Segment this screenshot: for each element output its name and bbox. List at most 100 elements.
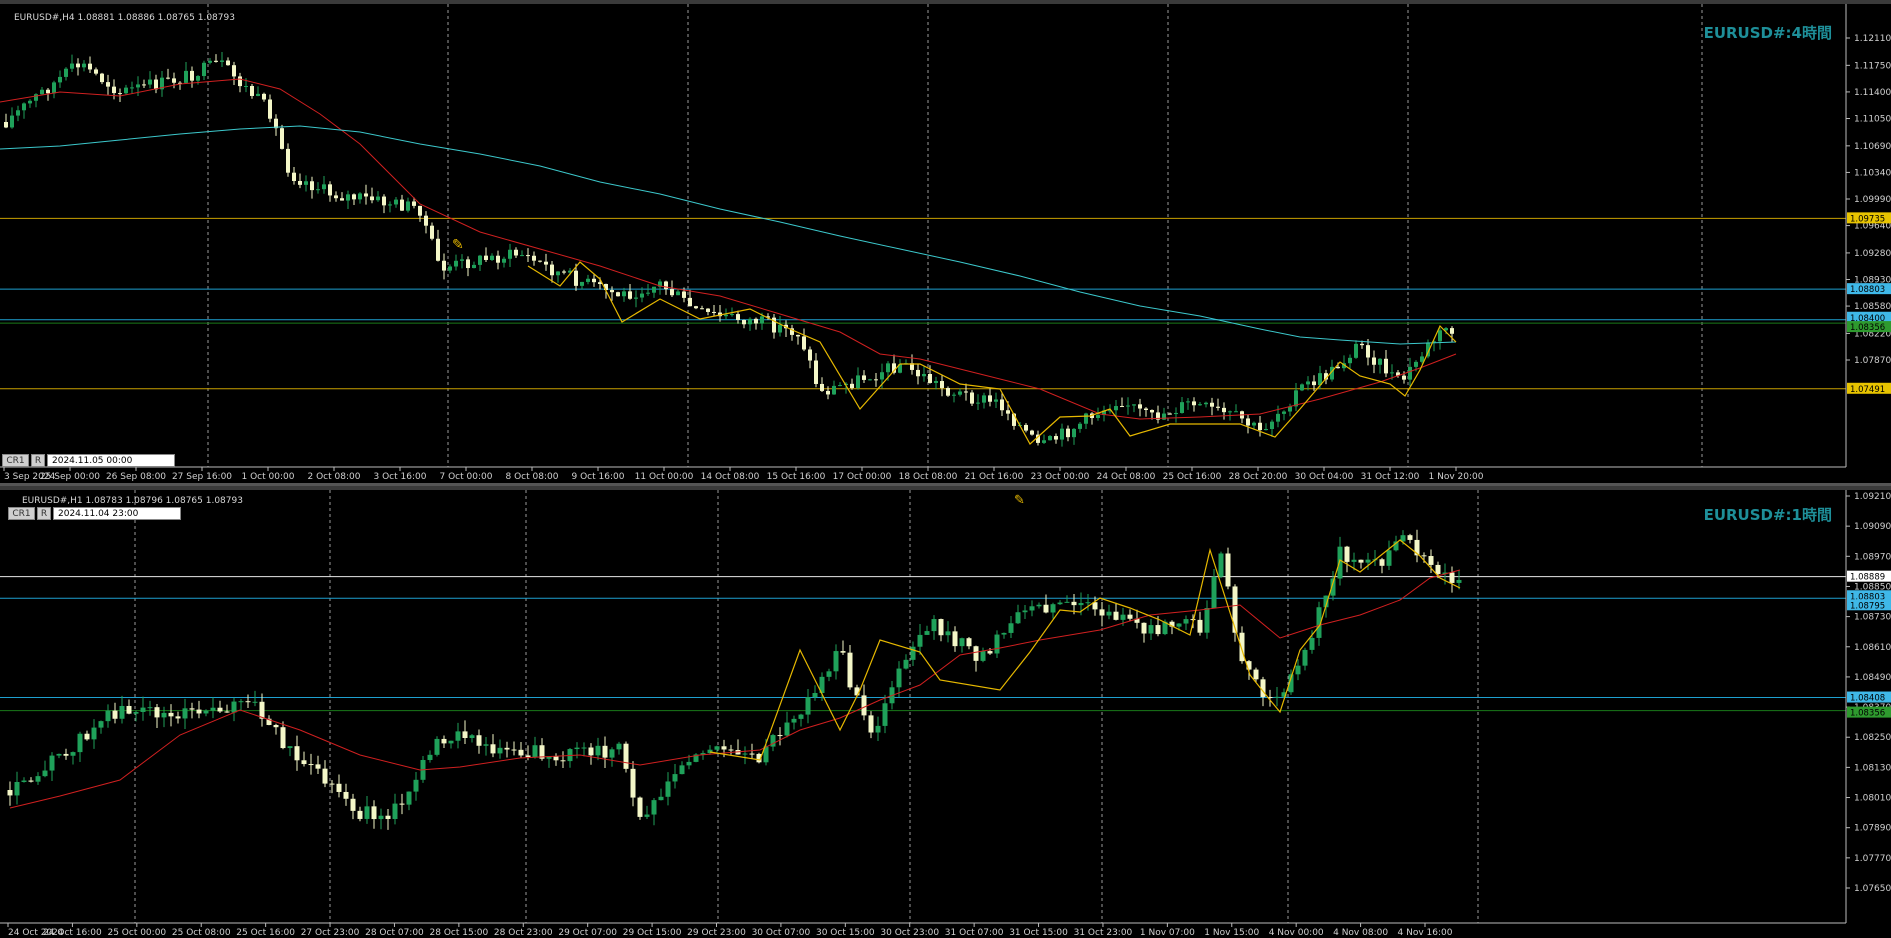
candle-body <box>994 634 1000 654</box>
h1-date-field[interactable]: 2024.11.04 23:00 <box>53 507 181 520</box>
candle-body <box>168 712 174 717</box>
candle-body <box>406 791 412 805</box>
h1-chart-pane[interactable]: ✎ 1.09210 1.09090 1.08970 1.08850 1.08730 1.0… <box>0 486 1891 938</box>
candle-body <box>882 703 888 726</box>
candle-body <box>861 695 867 716</box>
candle-body <box>1354 343 1358 358</box>
candle-body <box>196 709 202 714</box>
candle-body <box>826 671 832 677</box>
candle-body <box>1099 609 1105 616</box>
candle-body <box>1300 384 1304 391</box>
candle-body <box>1264 428 1268 431</box>
candle-body <box>448 266 452 271</box>
candle-body <box>706 308 710 312</box>
candle-body <box>791 718 797 723</box>
time-tick-label: 30 Oct 04:00 <box>1295 472 1354 482</box>
ma-long-line <box>0 125 1457 345</box>
candle-body <box>1132 404 1136 406</box>
candle-body <box>938 619 944 636</box>
h4-chart-canvas[interactable]: ✎ 1.12110 1.11750 1.11400 1.11050 1.10690 1.1… <box>0 4 1891 483</box>
candle-body <box>1408 366 1412 380</box>
candle-body <box>874 379 878 381</box>
candle-body <box>553 756 559 761</box>
candle-body <box>574 747 580 750</box>
price-tick-label: 1.08250 <box>1854 733 1891 743</box>
candle-body <box>1204 402 1208 405</box>
candle-body <box>202 62 206 77</box>
candle-body <box>1358 559 1364 563</box>
candle-body <box>832 385 836 395</box>
candle-body <box>245 701 251 703</box>
candle-body <box>483 744 489 746</box>
candle-body <box>532 745 538 758</box>
candle-body <box>1057 602 1063 605</box>
candle-body <box>496 255 500 263</box>
candle-body <box>208 60 212 63</box>
h4-chart-pane[interactable]: ✎ 1.12110 1.11750 1.11400 1.11050 1.10690 1.1… <box>0 0 1891 483</box>
cr1-button[interactable]: CR1 <box>2 454 29 467</box>
candle-body <box>833 651 839 672</box>
price-tick-label: 1.08610 <box>1854 643 1891 653</box>
candle-body <box>928 373 932 383</box>
candle-body <box>350 798 356 811</box>
candle-body <box>98 721 104 728</box>
candle-body <box>1001 632 1007 635</box>
candle-body <box>945 631 951 636</box>
candle-body <box>1210 402 1214 407</box>
candle-body <box>592 278 596 283</box>
candle-body <box>987 651 993 654</box>
candle-body <box>880 372 884 380</box>
candle-body <box>412 201 416 206</box>
candle-body <box>346 194 350 201</box>
time-tick-label: 8 Oct 08:00 <box>506 472 559 482</box>
candle-body <box>1246 418 1250 426</box>
price-tick-label: 1.10340 <box>1854 168 1891 178</box>
candle-body <box>730 314 734 316</box>
candle-body <box>1127 614 1133 619</box>
candle-body <box>64 68 68 77</box>
candle-body <box>814 360 818 384</box>
candle-body <box>238 76 242 87</box>
price-tag-label: 1.08803 <box>1850 285 1885 295</box>
candle-body <box>637 797 643 817</box>
candle-body <box>651 800 657 815</box>
r-button[interactable]: R <box>31 454 45 467</box>
candle-body <box>460 259 464 261</box>
time-tick-label: 9 Oct 16:00 <box>572 472 625 482</box>
candle-body <box>1216 406 1220 408</box>
candle-body <box>676 291 680 296</box>
candle-body <box>136 84 140 88</box>
candle-body <box>580 281 584 286</box>
candle-body <box>1222 407 1226 413</box>
candle-body <box>1414 361 1418 367</box>
candle-body <box>1456 579 1462 583</box>
candle-body <box>490 255 494 260</box>
candle-body <box>385 815 391 820</box>
candle-body <box>252 701 258 703</box>
time-tick-label: 4 Nov 08:00 <box>1333 928 1388 938</box>
candle-body <box>203 710 209 714</box>
candle-body <box>1378 358 1382 365</box>
candle-body <box>280 727 286 749</box>
candle-body <box>1312 381 1316 386</box>
candle-body <box>1274 696 1280 698</box>
candle-body <box>1078 423 1082 429</box>
cr1-button[interactable]: CR1 <box>8 507 35 520</box>
candle-body <box>147 707 153 709</box>
h4-date-field[interactable]: 2024.11.05 00:00 <box>47 454 175 467</box>
candle-body <box>1048 436 1052 441</box>
price-tick-label: 1.07870 <box>1854 356 1891 366</box>
candle-body <box>1141 622 1147 634</box>
candle-body <box>105 710 111 722</box>
candle-body <box>399 803 405 805</box>
pencil-icon[interactable]: ✎ <box>452 237 464 253</box>
time-tick-label: 25 Oct 16:00 <box>1163 472 1222 482</box>
candle-body <box>322 768 328 784</box>
time-tick-label: 11 Oct 00:00 <box>635 472 694 482</box>
h1-chart-canvas[interactable]: ✎ 1.092101.090901.089701.088501.087301.0… <box>0 490 1891 938</box>
pencil-icon[interactable]: ✎ <box>1014 493 1025 508</box>
candle-body <box>903 659 909 669</box>
time-tick-label: 29 Oct 07:00 <box>558 928 617 938</box>
candle-body <box>91 727 97 740</box>
r-button[interactable]: R <box>37 507 51 520</box>
